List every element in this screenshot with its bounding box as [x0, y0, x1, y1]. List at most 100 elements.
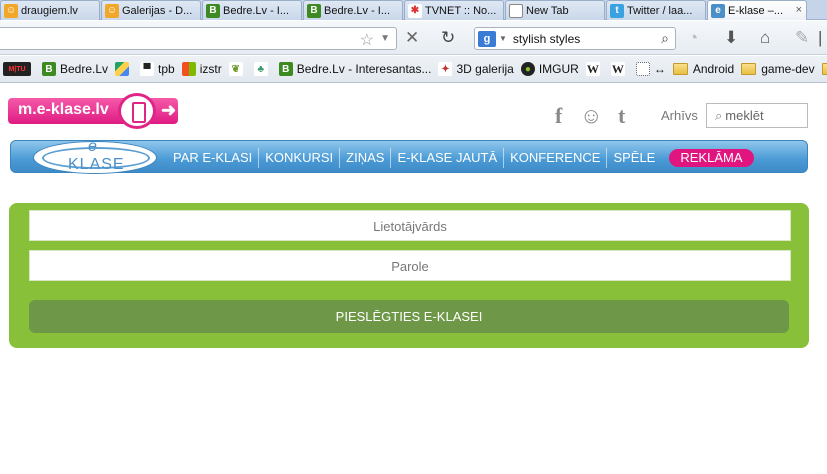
bookmark-mans-tu[interactable]: M|TU [3, 62, 35, 76]
nav-spele[interactable]: SPĒLE [607, 148, 661, 168]
imgur-icon: ● [520, 62, 535, 76]
bookmark-leaf[interactable]: ❦ [228, 62, 247, 76]
bedre-icon: B [278, 62, 293, 76]
bookmark-wikipedia-2[interactable]: W [610, 61, 629, 76]
wikipedia-icon: W [585, 61, 600, 76]
tpb-icon: ▀ [140, 62, 155, 76]
tab-label: Bedre.Lv - I... [223, 4, 290, 17]
tab-label: TVNET :: No... [425, 4, 497, 17]
dotted-box-icon [635, 62, 650, 76]
logo-e: e [88, 141, 97, 155]
tab-twitter[interactable]: t Twitter / laa... [606, 0, 706, 20]
bookmark-wikipedia-1[interactable]: W [585, 61, 604, 76]
search-input[interactable]: stylish styles [513, 32, 580, 46]
folder-icon [821, 63, 827, 75]
bookmark-clover[interactable]: ♣ [253, 62, 272, 76]
browser-toolbar: ☆ ▼ ✕ ↻ g ▼ stylish styles ⌕ ◔ ⬇ ⌂ ✎ | [0, 21, 827, 55]
arrow-right-icon: ➜ [161, 100, 177, 120]
bookmark-folder-game-dev[interactable]: game-dev [741, 62, 815, 76]
login-button[interactable]: PIESLĒGTIES E-KLASEI [29, 300, 789, 333]
nav-eklase-jauta[interactable]: E-KLASE JAUTĀ [391, 147, 505, 168]
username-field[interactable]: Lietotājvārds [29, 210, 791, 241]
bookmark-resize[interactable]: ↔ [635, 62, 666, 76]
leaf-icon: ❦ [228, 62, 243, 76]
draugiem-icon: ☺ [105, 3, 119, 18]
bookmark-folder-i[interactable]: i [821, 62, 827, 76]
bookmark-tpb[interactable]: ▀ tpb [140, 62, 175, 76]
tab-label: Twitter / laa... [627, 4, 693, 17]
bedre-icon: B [206, 3, 220, 18]
twitter-social-icon[interactable]: t [618, 103, 625, 129]
tab-tvnet[interactable]: ✱ TVNET :: No... [404, 0, 504, 20]
bookmark-star-icon[interactable]: ☆ [360, 30, 374, 50]
draugiem-social-icon[interactable]: ☺ [580, 103, 602, 129]
twitter-icon: t [610, 3, 624, 18]
bookmark-folder-android[interactable]: Android [672, 62, 735, 76]
nav-menu: PAR E-KLASI KONKURSI ZIŅAS E-KLASE JAUTĀ… [167, 141, 754, 174]
nav-konkursi[interactable]: KONKURSI [259, 147, 341, 168]
folder-icon [741, 63, 757, 75]
engine-dropdown-icon[interactable]: ▼ [499, 34, 507, 43]
close-tab-icon[interactable]: × [796, 4, 802, 16]
bookmark-label: game-dev [761, 62, 815, 76]
menu-icon[interactable]: | [818, 29, 822, 46]
archive-link[interactable]: Arhīvs [661, 108, 698, 123]
nav-konference[interactable]: KONFERENCE [504, 147, 608, 168]
bookmark-bedre[interactable]: B Bedre.Lv [42, 62, 108, 76]
tab-eklase[interactable]: e E-klase –... × [707, 0, 807, 20]
tab-label: E-klase –... [728, 4, 784, 17]
bookmark-izstr[interactable]: izstr [181, 62, 222, 76]
stop-icon[interactable]: ✕ [405, 29, 419, 46]
history-dropdown-icon[interactable]: ▼ [380, 33, 390, 44]
search-icon[interactable]: ⌕ [661, 30, 669, 47]
site-search-field[interactable]: ⌕ meklēt [706, 103, 808, 128]
phone-icon [118, 93, 156, 129]
nav-par-eklasi[interactable]: PAR E-KLASI [167, 147, 260, 168]
nav-reklama[interactable]: REKLĀMA [669, 148, 754, 167]
address-bar[interactable]: ☆ ▼ [0, 27, 397, 50]
rss-icon[interactable]: ◔ [688, 29, 698, 46]
site-search-placeholder: meklēt [725, 108, 764, 123]
bookmark-imgur[interactable]: ● IMGUR [520, 62, 579, 76]
eklase-logo[interactable]: e KLASE [33, 141, 157, 174]
bookmark-3d-galerija[interactable]: ✦ 3D galerija [438, 62, 514, 76]
logo-klase-text: KLASE [68, 156, 125, 173]
web-search-box[interactable]: g ▼ stylish styles ⌕ [474, 27, 676, 50]
downloads-icon[interactable]: ⬇ [724, 29, 738, 46]
bookmark-drive[interactable] [115, 62, 133, 76]
folder-icon [672, 63, 688, 75]
bookmark-label: izstr [199, 62, 222, 76]
bookmark-label: Bedre.Lv - Interesantas... [296, 62, 432, 76]
tab-label: New Tab [526, 4, 569, 17]
password-field[interactable]: Parole [29, 250, 791, 281]
bookmark-label: Android [692, 62, 735, 76]
blank-page-icon [509, 3, 523, 18]
tab-label: draugiem.lv [21, 4, 78, 17]
bookmark-label: tpb [158, 62, 175, 76]
tab-label: Bedre.Lv - I... [324, 4, 391, 17]
drive-icon [115, 62, 130, 76]
bookmark-label: IMGUR [538, 62, 579, 76]
tab-bedre-2[interactable]: B Bedre.Lv - I... [303, 0, 403, 20]
facebook-icon[interactable]: f [555, 103, 562, 129]
dragon-icon: ✦ [438, 62, 453, 76]
google-icon[interactable]: g [478, 30, 496, 47]
reload-icon[interactable]: ↻ [441, 29, 455, 46]
login-panel: Lietotājvārds Parole PIESLĒGTIES E-KLASE… [9, 203, 809, 348]
addon-icon[interactable]: ✎ [795, 29, 809, 46]
mobile-site-label: m.e-klase.lv [18, 101, 109, 118]
home-icon[interactable]: ⌂ [760, 29, 770, 46]
bookmark-bedre-interesantas[interactable]: B Bedre.Lv - Interesantas... [278, 62, 432, 76]
tab-label: Galerijas - D... [122, 4, 193, 17]
draugiem-icon: ☺ [4, 3, 18, 18]
tab-draugiem[interactable]: ☺ draugiem.lv [0, 0, 100, 20]
tab-galerijas[interactable]: ☺ Galerijas - D... [101, 0, 201, 20]
browser-tab-strip: ☺ draugiem.lv ☺ Galerijas - D... B Bedre… [0, 0, 827, 20]
tab-new-tab[interactable]: New Tab [505, 0, 605, 20]
wikipedia-icon: W [610, 61, 625, 76]
bookmark-label: 3D galerija [456, 62, 514, 76]
eklase-icon: e [711, 3, 725, 18]
nav-zinas[interactable]: ZIŅAS [340, 147, 392, 168]
tab-bedre-1[interactable]: B Bedre.Lv - I... [202, 0, 302, 20]
mobile-site-link[interactable]: m.e-klase.lv ➜ [8, 93, 178, 129]
